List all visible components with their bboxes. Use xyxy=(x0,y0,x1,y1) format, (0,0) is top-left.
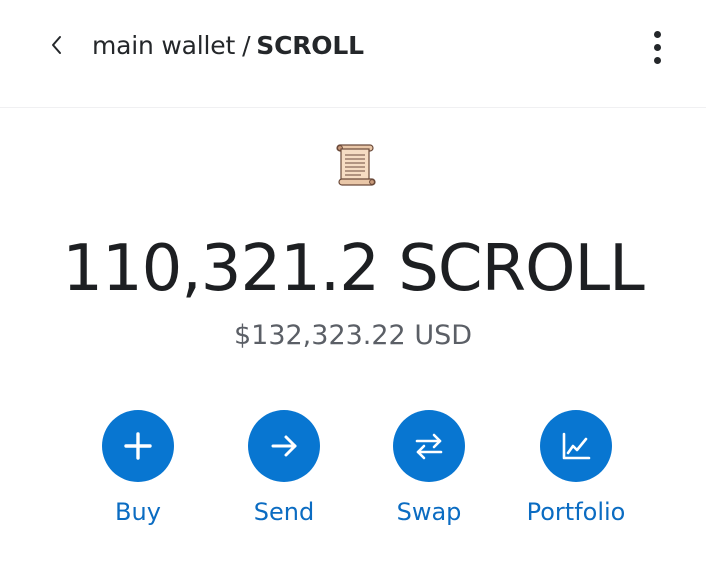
swap-circle[interactable] xyxy=(393,410,465,482)
send-circle[interactable] xyxy=(248,410,320,482)
portfolio-label: Portfolio xyxy=(526,498,626,526)
plus-icon xyxy=(124,432,152,460)
vertical-dots-icon-dot xyxy=(653,43,661,51)
back-button[interactable] xyxy=(38,27,74,63)
buy-circle[interactable] xyxy=(102,410,174,482)
buy-button[interactable]: Buy xyxy=(63,410,213,526)
swap-arrows-icon xyxy=(415,433,443,460)
header: main wallet / SCROLL xyxy=(0,0,706,108)
wallet-name: main wallet xyxy=(92,31,236,60)
token-balance: 110,321.2 SCROLL xyxy=(62,232,645,306)
send-label: Send xyxy=(253,498,315,526)
chevron-left-icon xyxy=(52,36,61,54)
vertical-dots-icon-dot xyxy=(653,56,661,64)
scroll-icon xyxy=(336,144,376,186)
buy-label: Buy xyxy=(115,498,161,526)
more-options-button[interactable] xyxy=(636,24,678,70)
chart-line-icon xyxy=(562,432,591,460)
token-symbol: SCROLL xyxy=(256,31,364,60)
vertical-dots-icon xyxy=(653,30,661,38)
swap-button[interactable]: Swap xyxy=(354,410,504,526)
send-button[interactable]: Send xyxy=(209,410,359,526)
title-separator: / xyxy=(242,31,251,60)
fiat-balance: $132,323.22 USD xyxy=(233,320,473,351)
swap-label: Swap xyxy=(396,498,462,526)
portfolio-circle[interactable] xyxy=(540,410,612,482)
arrow-right-icon xyxy=(271,435,297,457)
portfolio-button[interactable]: Portfolio xyxy=(501,410,651,526)
page-title: main wallet / SCROLL xyxy=(92,31,364,60)
